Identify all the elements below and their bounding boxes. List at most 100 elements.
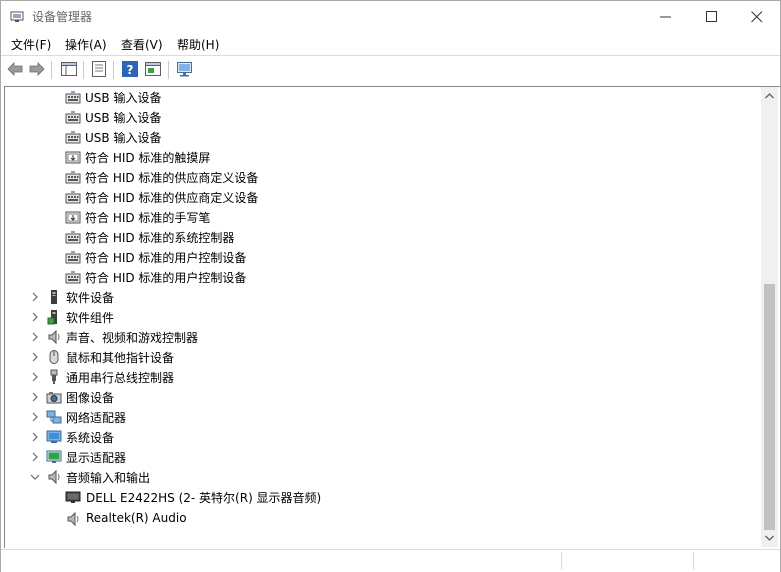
tree-item-label: 网络适配器	[66, 411, 127, 425]
tree-item[interactable]: 符合 HID 标准的供应商定义设备	[5, 187, 763, 207]
properties-icon[interactable]	[90, 60, 108, 78]
system-device-icon	[46, 429, 62, 445]
tree-category[interactable]: 声音、视频和游戏控制器	[5, 327, 763, 347]
hid-device-icon	[65, 109, 81, 125]
tree-item-label: 符合 HID 标准的系统控制器	[85, 231, 235, 245]
hid-device-icon	[65, 169, 81, 185]
chevron-right-icon[interactable]	[30, 331, 40, 343]
tree-item[interactable]: USB 输入设备	[5, 107, 763, 127]
toolbar-separator	[83, 61, 84, 79]
chevron-right-icon[interactable]	[30, 371, 40, 383]
help-icon[interactable]: ?	[121, 60, 139, 78]
chevron-right-icon[interactable]	[30, 351, 40, 363]
menu-view[interactable]: 查看(V)	[121, 36, 163, 53]
device-manager-window: 设备管理器 文件(F) 操作(A) 查看(V) 帮助(H) ? USB 输入设备…	[0, 0, 781, 572]
tree-item[interactable]: 符合 HID 标准的系统控制器	[5, 227, 763, 247]
hid-device-icon	[65, 269, 81, 285]
network-adapter-icon	[46, 409, 62, 425]
status-bar	[1, 549, 780, 572]
tree-item[interactable]: 符合 HID 标准的供应商定义设备	[5, 167, 763, 187]
back-arrow-icon[interactable]	[6, 60, 24, 78]
hid-device-icon	[65, 229, 81, 245]
toolbar: ?	[1, 55, 780, 84]
tree-item-label: 软件组件	[66, 311, 115, 325]
tree-item-label: USB 输入设备	[85, 131, 162, 145]
chevron-right-icon[interactable]	[30, 311, 40, 323]
chevron-right-icon[interactable]	[30, 411, 40, 423]
tree-item-label: 符合 HID 标准的供应商定义设备	[85, 171, 259, 185]
tree-item-label: USB 输入设备	[85, 111, 162, 125]
tree-category[interactable]: 通用串行总线控制器	[5, 367, 763, 387]
tree-category[interactable]: 软件设备	[5, 287, 763, 307]
forward-arrow-icon[interactable]	[28, 60, 46, 78]
tree-item[interactable]: USB 输入设备	[5, 87, 763, 107]
tree-item-label: 符合 HID 标准的供应商定义设备	[85, 191, 259, 205]
camera-icon	[46, 389, 62, 405]
tree-item[interactable]: USB 输入设备	[5, 127, 763, 147]
tree-item-label: 符合 HID 标准的手写笔	[85, 211, 211, 225]
tree-item-label: 系统设备	[66, 431, 115, 445]
maximize-icon	[706, 11, 717, 22]
svg-text:?: ?	[127, 63, 134, 77]
chevron-right-icon[interactable]	[30, 391, 40, 403]
tree-item-label: 软件设备	[66, 291, 115, 305]
tree-category[interactable]: 图像设备	[5, 387, 763, 407]
monitor-scan-icon[interactable]	[176, 60, 194, 78]
tree-item[interactable]: Realtek(R) Audio	[5, 509, 763, 529]
chevron-right-icon[interactable]	[30, 431, 40, 443]
tree-item-label: 鼠标和其他指针设备	[66, 351, 175, 365]
hid-touch-icon	[65, 209, 81, 225]
menu-help[interactable]: 帮助(H)	[177, 36, 219, 53]
tree-item-label: 符合 HID 标准的触摸屏	[85, 151, 211, 165]
tree-category[interactable]: 音频输入和输出	[5, 467, 763, 487]
monitor-icon	[65, 489, 81, 505]
device-manager-icon	[10, 11, 24, 22]
tree-item-label: 声音、视频和游戏控制器	[66, 331, 199, 345]
menu-file[interactable]: 文件(F)	[11, 36, 51, 53]
device-tree[interactable]: USB 输入设备 USB 输入设备 USB 输入设备 符合 HID 标准的触摸屏…	[4, 86, 780, 548]
scrollbar-thumb[interactable]	[764, 284, 775, 530]
usb-icon	[46, 369, 62, 385]
software-device-icon	[46, 289, 62, 305]
window-title: 设备管理器	[32, 10, 93, 24]
minimize-button[interactable]	[643, 1, 689, 32]
tree-item-label: 通用串行总线控制器	[66, 371, 175, 385]
tree-item[interactable]: 符合 HID 标准的触摸屏	[5, 147, 763, 167]
title-bar[interactable]: 设备管理器	[1, 1, 780, 32]
vertical-scrollbar[interactable]	[761, 87, 778, 547]
tree-category[interactable]: 网络适配器	[5, 407, 763, 427]
tree-category[interactable]: 软件组件	[5, 307, 763, 327]
action-pane-icon[interactable]	[144, 60, 162, 78]
close-button[interactable]	[734, 1, 780, 32]
console-tree-icon[interactable]	[60, 60, 78, 78]
mouse-icon	[46, 349, 62, 365]
tree-category[interactable]: 鼠标和其他指针设备	[5, 347, 763, 367]
tree-item-label: 图像设备	[66, 391, 115, 405]
tree-item[interactable]: 符合 HID 标准的用户控制设备	[5, 267, 763, 287]
hid-device-icon	[65, 89, 81, 105]
scroll-up-arrow-icon[interactable]	[765, 93, 774, 99]
chevron-right-icon[interactable]	[30, 291, 40, 303]
maximize-button[interactable]	[689, 1, 735, 32]
hid-device-icon	[65, 129, 81, 145]
tree-item[interactable]: 符合 HID 标准的用户控制设备	[5, 247, 763, 267]
tree-category[interactable]: 系统设备	[5, 427, 763, 447]
minimize-icon	[660, 16, 671, 18]
tree-item[interactable]: 符合 HID 标准的手写笔	[5, 207, 763, 227]
menu-action[interactable]: 操作(A)	[65, 36, 107, 53]
tree-item-label: 音频输入和输出	[66, 471, 151, 485]
hid-device-icon	[65, 249, 81, 265]
chevron-down-icon[interactable]	[30, 471, 40, 483]
hid-touch-icon	[65, 149, 81, 165]
scroll-down-arrow-icon[interactable]	[765, 535, 774, 541]
toolbar-separator	[51, 61, 52, 79]
status-segment	[693, 552, 694, 570]
toolbar-separator	[168, 61, 169, 79]
speaker-icon	[65, 511, 81, 527]
tree-category[interactable]: 显示适配器	[5, 447, 763, 467]
chevron-right-icon[interactable]	[30, 451, 40, 463]
tree-item[interactable]: DELL E2422HS (2- 英特尔(R) 显示器音频)	[5, 487, 763, 507]
hid-device-icon	[65, 189, 81, 205]
tree-item-label: 符合 HID 标准的用户控制设备	[85, 271, 247, 285]
tree-item-label: DELL E2422HS (2- 英特尔(R) 显示器音频)	[86, 491, 322, 505]
